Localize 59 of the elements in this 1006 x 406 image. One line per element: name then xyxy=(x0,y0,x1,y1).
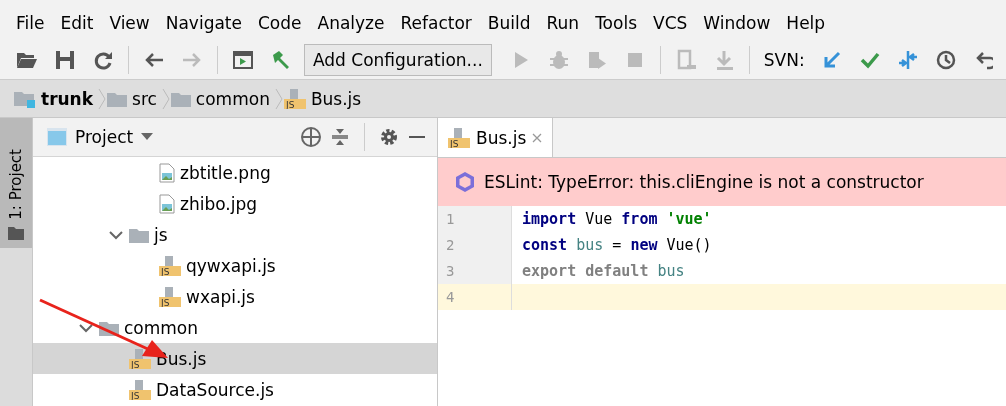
line-number: 1 xyxy=(438,206,512,232)
window-icon xyxy=(47,128,67,146)
breadcrumb-item[interactable]: JS Bus.js xyxy=(283,88,362,109)
menu-item[interactable]: Tools xyxy=(587,13,645,33)
image-file-icon xyxy=(159,193,175,214)
tree-item[interactable]: JS qywxapi.js xyxy=(33,250,437,281)
folder-icon xyxy=(8,226,24,240)
code-line: const bus = new Vue() xyxy=(521,236,712,254)
image-file-icon xyxy=(159,162,175,183)
breadcrumb-item[interactable]: src xyxy=(107,88,157,109)
tree-item[interactable]: zbtitle.png xyxy=(33,157,437,188)
add-configuration-button[interactable]: Add Configuration... xyxy=(304,43,492,76)
menu-item[interactable]: Build xyxy=(479,13,539,33)
module-folder-icon xyxy=(14,89,36,108)
svn-label: SVN: xyxy=(763,49,805,70)
tree-item[interactable]: zhibo.jpg xyxy=(33,188,437,219)
merge-arrows-icon[interactable] xyxy=(896,48,919,71)
breadcrumb-item[interactable]: common xyxy=(170,88,270,109)
menu-item[interactable]: Code xyxy=(250,13,310,33)
settings-icon[interactable] xyxy=(379,127,399,147)
code-line: export default bus xyxy=(521,262,685,280)
panel-title: Project xyxy=(75,127,134,147)
folder-icon xyxy=(129,226,149,243)
folder-icon xyxy=(107,90,128,107)
line-number: 3 xyxy=(438,258,512,284)
menu-item[interactable]: Help xyxy=(778,13,834,33)
menu-item[interactable]: Navigate xyxy=(157,13,250,33)
clock-icon[interactable] xyxy=(934,48,957,71)
project-side-tab[interactable]: 1: Project xyxy=(0,118,32,248)
menu-item[interactable]: VCS xyxy=(645,13,696,33)
error-message: ESLint: TypeError: this.cliEngine is not a constructor xyxy=(484,172,924,192)
dropdown-caret-icon[interactable] xyxy=(141,133,154,141)
tree-item[interactable]: JS DataSource.js xyxy=(33,374,437,405)
collapse-all-icon[interactable] xyxy=(330,127,350,147)
tree-item[interactable]: JS wxapi.js xyxy=(33,281,437,312)
run-window-icon[interactable] xyxy=(232,48,254,71)
menu-item[interactable]: Run xyxy=(538,13,588,33)
menu-item[interactable]: Refactor xyxy=(392,13,480,33)
folder-icon xyxy=(170,90,191,107)
expanded-chevron-icon[interactable] xyxy=(109,228,123,241)
menu-item[interactable]: File xyxy=(8,13,53,33)
tree-item[interactable]: js xyxy=(33,219,437,250)
expanded-chevron-icon[interactable] xyxy=(79,321,93,334)
locate-target-icon[interactable] xyxy=(300,126,322,148)
breadcrumb-item[interactable]: trunk xyxy=(14,88,94,109)
menu-item[interactable]: View xyxy=(101,13,158,33)
chevron-icon xyxy=(97,86,108,111)
chevron-icon xyxy=(160,86,171,111)
menu-item[interactable]: Window xyxy=(695,13,779,33)
editor-tab[interactable]: JS Bus.js xyxy=(438,118,554,157)
tree-item[interactable]: common xyxy=(33,312,437,343)
chevron-icon xyxy=(273,86,284,111)
close-icon[interactable] xyxy=(532,132,543,143)
menu-item[interactable]: Edit xyxy=(52,13,102,33)
menu-item[interactable]: Analyze xyxy=(309,13,393,33)
code-line: import Vue from 'vue' xyxy=(521,210,712,228)
eslint-icon xyxy=(454,171,476,193)
hammer-icon[interactable] xyxy=(270,48,292,71)
line-number: 2 xyxy=(438,232,512,258)
